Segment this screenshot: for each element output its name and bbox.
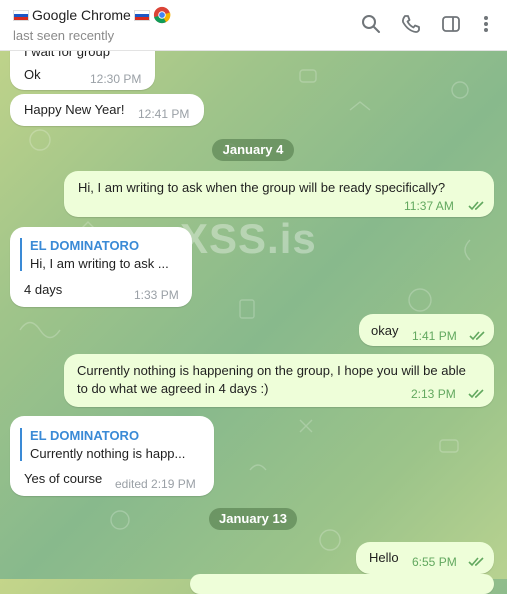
chat-title-text: Google Chrome [32, 7, 131, 23]
read-checkmarks-icon [468, 389, 484, 399]
read-checkmarks-icon [468, 201, 484, 211]
message-outgoing[interactable]: Hello 6:55 PM [356, 542, 494, 574]
message-text: 4 days [24, 282, 63, 297]
message-text: Hello [369, 550, 399, 565]
chrome-logo-icon [153, 6, 171, 24]
reply-quote[interactable]: EL DOMINATORO Hi, I am writing to ask ..… [20, 238, 169, 271]
message-outgoing[interactable]: Hi, I am writing to ask when the group w… [64, 171, 494, 217]
message-time: 12:41 PM [138, 107, 190, 121]
reply-author: EL DOMINATORO [30, 238, 140, 253]
message-incoming[interactable]: EL DOMINATORO Currently nothing is happ.… [10, 416, 214, 496]
message-time: 12:30 PM [90, 72, 142, 86]
last-seen-status: last seen recently [13, 28, 115, 43]
phone-icon[interactable] [400, 13, 422, 35]
watermark: XSS.is [180, 215, 317, 262]
read-checkmarks-icon [468, 557, 484, 567]
message-text: Currently nothing is happening on the gr… [77, 363, 466, 378]
message-time: 2:13 PM [411, 387, 456, 401]
chat-title[interactable]: Google Chrome [13, 6, 171, 24]
russia-flag-icon [133, 9, 150, 21]
message-outgoing[interactable]: okay 1:41 PM [359, 314, 494, 346]
sidebar-toggle-icon[interactable] [440, 13, 462, 35]
message-time: 11:37 AM [404, 199, 454, 213]
message-outgoing[interactable] [190, 574, 494, 594]
search-icon[interactable] [360, 13, 382, 35]
chat-header: Google Chrome last seen recently [0, 0, 507, 51]
read-checkmarks-icon [469, 331, 485, 341]
message-time: edited 2:19 PM [115, 477, 196, 491]
message-text: Happy New Year! [24, 102, 125, 117]
message-text: Ok [24, 67, 41, 82]
more-vertical-icon[interactable] [475, 13, 497, 35]
russia-flag-icon [13, 9, 29, 21]
reply-snippet: Currently nothing is happ... [30, 446, 186, 461]
message-text: Yes of course [24, 471, 103, 486]
date-separator: January 4 [212, 139, 294, 161]
reply-author: EL DOMINATORO [30, 428, 140, 443]
message-text: okay [371, 323, 399, 338]
date-separator: January 13 [209, 508, 297, 530]
message-time: 1:41 PM [412, 329, 457, 343]
message-text: Hi, I am writing to ask when the group w… [78, 180, 446, 195]
message-outgoing[interactable]: Currently nothing is happening on the gr… [64, 354, 494, 407]
reply-snippet: Hi, I am writing to ask ... [30, 256, 169, 271]
message-incoming[interactable]: Happy New Year! 12:41 PM [10, 94, 204, 126]
message-time: 6:55 PM [412, 555, 457, 569]
reply-quote[interactable]: EL DOMINATORO Currently nothing is happ.… [20, 428, 185, 461]
message-text: to do what we agreed in 4 days :) [77, 381, 269, 396]
message-time: 1:33 PM [134, 288, 179, 302]
message-incoming[interactable]: EL DOMINATORO Hi, I am writing to ask ..… [10, 227, 192, 307]
